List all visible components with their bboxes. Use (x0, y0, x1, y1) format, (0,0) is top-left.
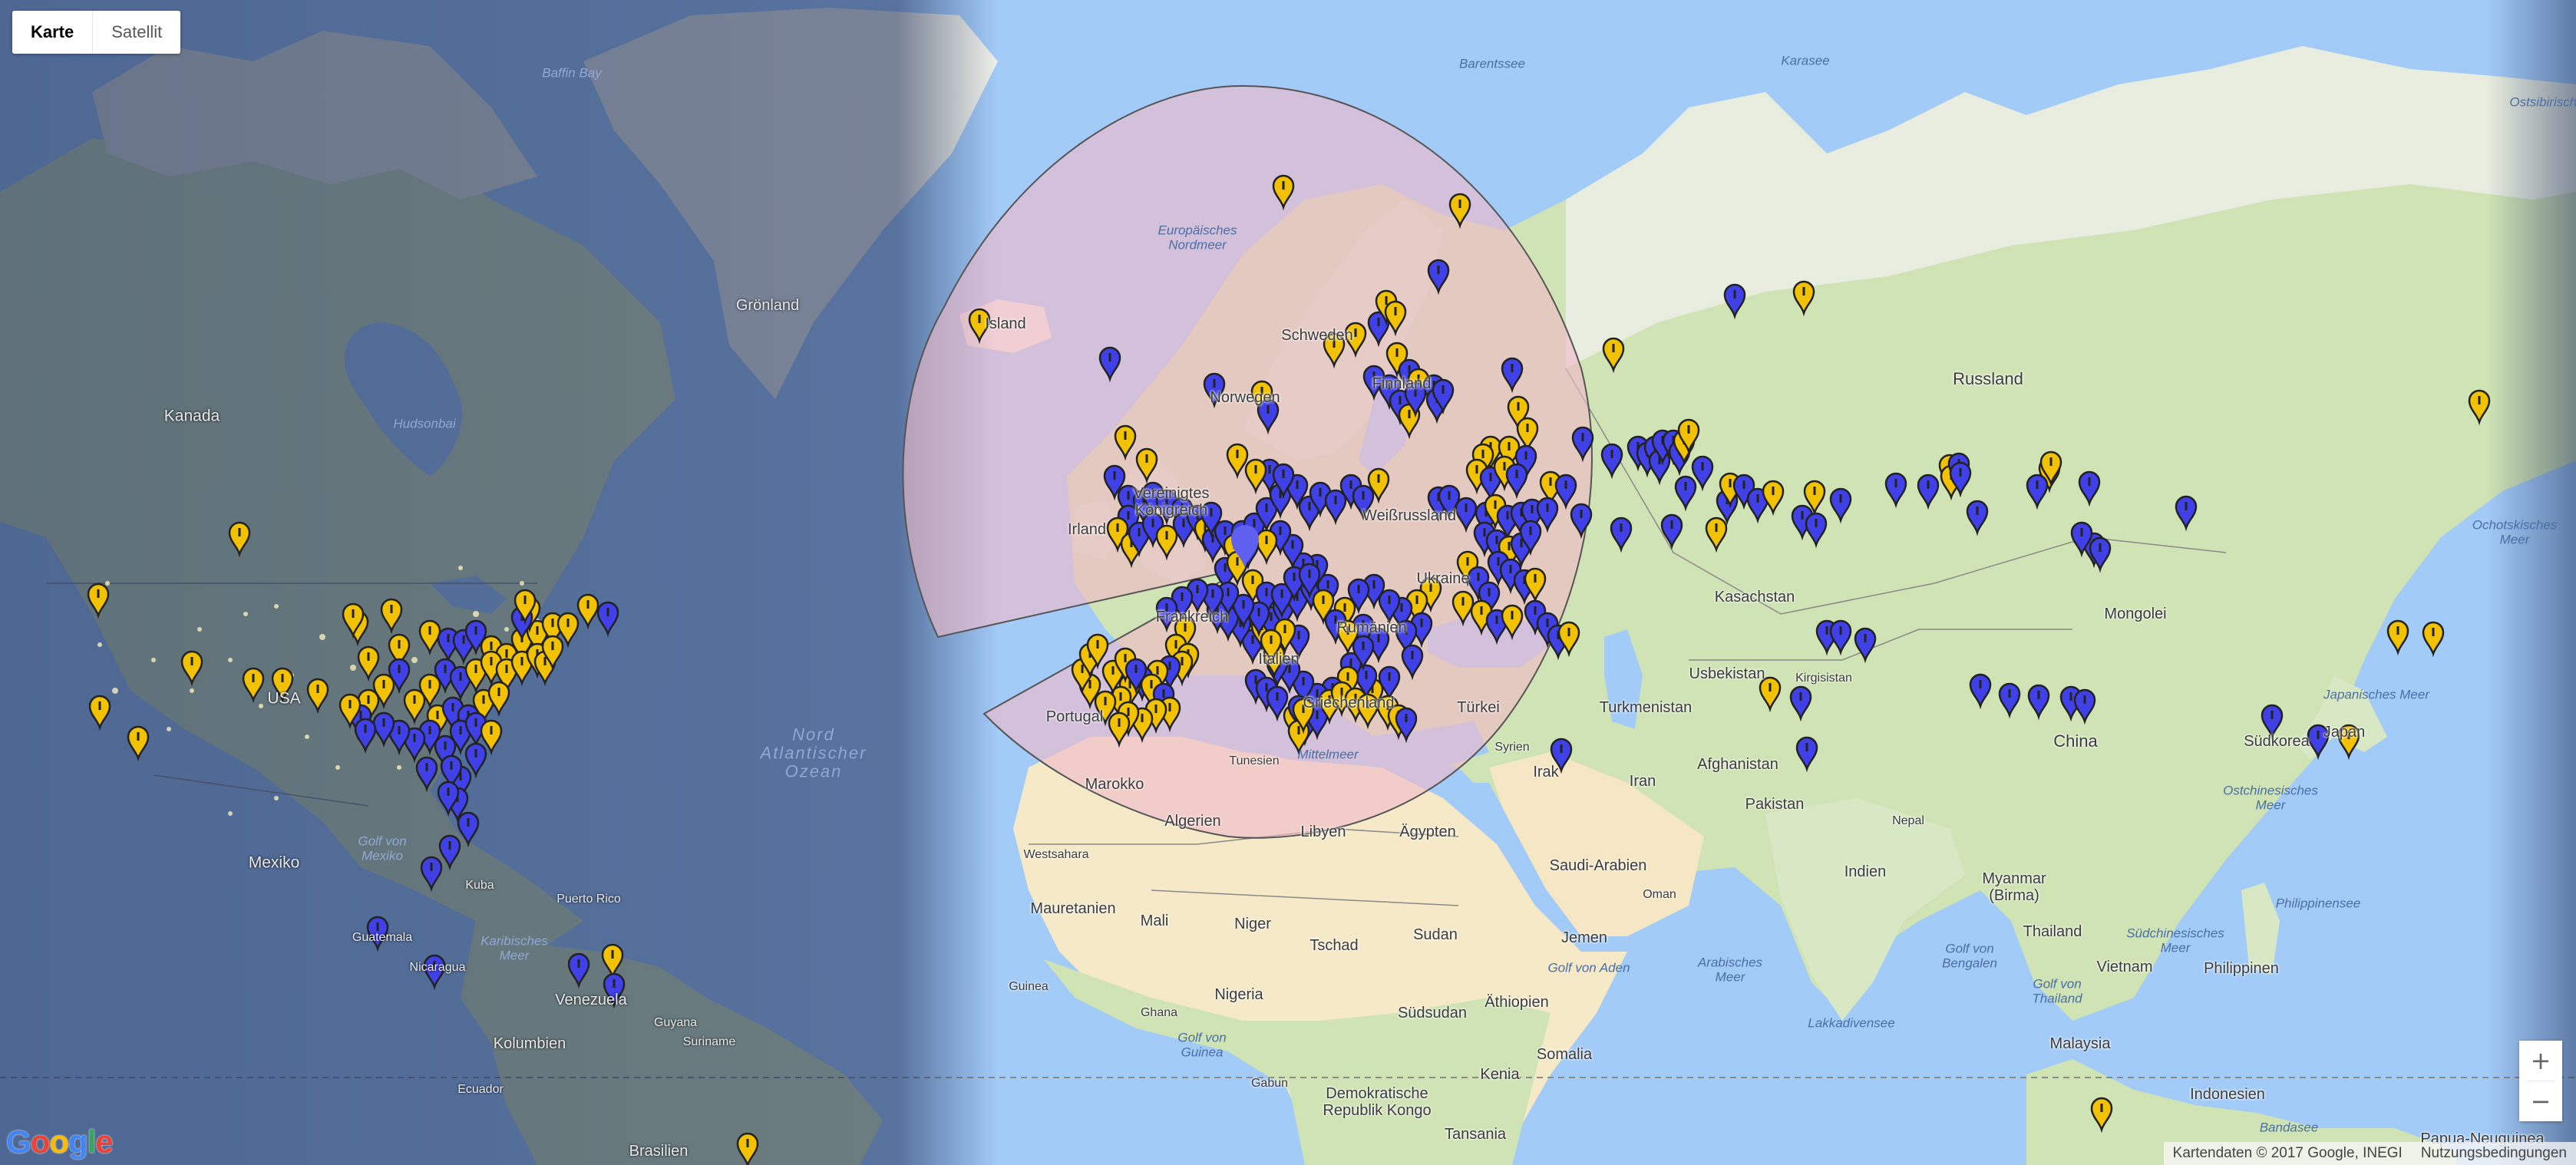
map-tiles (0, 0, 2576, 1165)
terms-link[interactable]: Nutzungsbedingungen (2412, 1145, 2576, 1162)
zoom-control: + − (2519, 1041, 2562, 1121)
map-type-map-button[interactable]: Karte (12, 11, 94, 54)
zoom-in-button[interactable]: + (2519, 1041, 2562, 1081)
map-type-control: Karte Satellit (12, 11, 181, 54)
night-overlay-right (2487, 0, 2576, 1165)
map-footer: Kartendaten © 2017 Google, INEGI Nutzung… (2163, 1142, 2576, 1165)
map-attribution: Kartendaten © 2017 Google, INEGI (2172, 1145, 2403, 1161)
map-type-satellite-button[interactable]: Satellit (93, 11, 181, 54)
night-overlay (0, 0, 998, 1165)
google-logo[interactable]: Google (6, 1124, 114, 1160)
zoom-out-button[interactable]: − (2519, 1081, 2562, 1121)
map-canvas[interactable]: Baffin Bay Grönland Hudsonbai Kanada USA… (0, 0, 2576, 1165)
